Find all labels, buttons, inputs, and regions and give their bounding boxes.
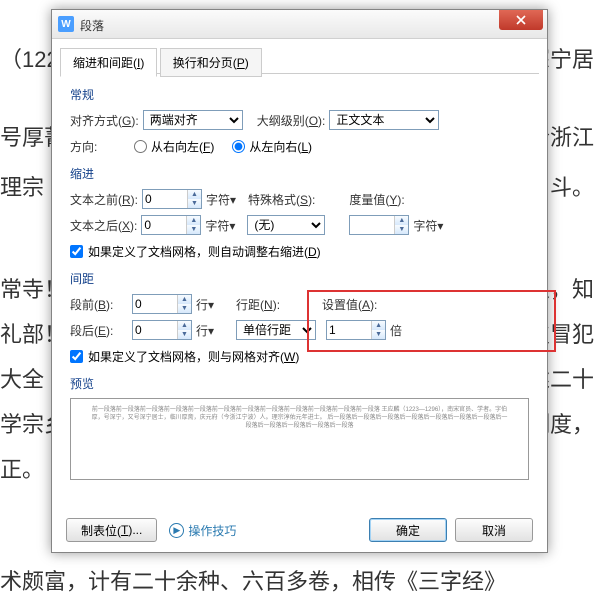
spin-down-icon[interactable]: ▼: [187, 225, 200, 234]
spin-down-icon[interactable]: ▼: [178, 330, 191, 339]
set-value-spinner[interactable]: ▲▼: [326, 320, 386, 340]
set-value-label: 设置值(A):: [322, 296, 377, 313]
ok-button[interactable]: 确定: [369, 518, 447, 542]
titlebar: W 段落: [52, 10, 547, 39]
spin-down-icon[interactable]: ▼: [395, 225, 408, 234]
special-combo[interactable]: (无): [247, 215, 325, 235]
spin-up-icon[interactable]: ▲: [178, 321, 191, 330]
line-spacing-combo[interactable]: 单倍行距: [236, 320, 316, 340]
tips-link[interactable]: ▶操作技巧: [169, 522, 236, 539]
group-general: 常规: [70, 86, 529, 103]
bg-text: 正。: [0, 450, 44, 490]
align-label: 对齐方式(G):: [70, 112, 139, 129]
close-icon: [516, 15, 526, 25]
tab-indent-spacing[interactable]: 缩进和间距(I): [60, 48, 157, 77]
bg-text: 术颇富，计有二十余种、六百多卷，相传《三字经》: [0, 562, 506, 602]
group-preview: 预览: [70, 375, 529, 392]
spin-up-icon[interactable]: ▲: [372, 321, 385, 330]
tab-bar: 缩进和间距(I) 换行和分页(P): [60, 47, 539, 74]
spin-up-icon[interactable]: ▲: [188, 190, 201, 199]
outline-label: 大纲级别(O):: [257, 112, 326, 129]
unit-char-dropdown[interactable]: 字符▾: [206, 191, 236, 208]
play-icon: ▶: [169, 523, 184, 538]
unit-bei: 倍: [390, 322, 402, 339]
spin-up-icon[interactable]: ▲: [395, 216, 408, 225]
direction-label: 方向:: [70, 138, 130, 155]
group-indent: 缩进: [70, 165, 529, 182]
cancel-button[interactable]: 取消: [455, 518, 533, 542]
bg-text: 理宗: [0, 168, 44, 208]
paragraph-dialog: W 段落 缩进和间距(I) 换行和分页(P) 常规 对齐方式(G): 两端对齐 …: [51, 9, 548, 553]
align-combo[interactable]: 两端对齐: [143, 110, 243, 130]
unit-line-dropdown[interactable]: 行▾: [196, 296, 214, 313]
special-label: 特殊格式(S):: [248, 191, 315, 208]
spin-up-icon[interactable]: ▲: [178, 295, 191, 304]
bg-text: 斗。: [550, 168, 594, 208]
measure-spinner[interactable]: ▲▼: [349, 215, 409, 235]
preview-box: 前一段落前一段落前一段落前一段落前一段落前一段落前一段落前一段落前一段落前一段落…: [70, 398, 529, 480]
dialog-title: 段落: [80, 17, 104, 34]
line-spacing-label: 行距(N):: [236, 296, 280, 313]
tabstops-button[interactable]: 制表位(T)...: [66, 518, 157, 542]
spin-down-icon[interactable]: ▼: [178, 304, 191, 313]
unit-line-dropdown[interactable]: 行▾: [196, 322, 214, 339]
group-spacing: 间距: [70, 270, 529, 287]
space-before-label: 段前(B):: [70, 296, 128, 313]
radio-rtl[interactable]: 从右向左(F): [134, 138, 214, 155]
auto-adjust-indent-checkbox[interactable]: 如果定义了文档网格，则自动调整右缩进(D): [70, 243, 321, 260]
before-text-spinner[interactable]: ▲▼: [142, 189, 202, 209]
space-after-label: 段后(E):: [70, 322, 128, 339]
radio-ltr[interactable]: 从左向右(L): [232, 138, 312, 155]
unit-char-dropdown[interactable]: 字符▾: [413, 217, 443, 234]
close-button[interactable]: [499, 10, 543, 30]
spin-up-icon[interactable]: ▲: [187, 216, 200, 225]
measure-label: 度量值(Y):: [349, 191, 404, 208]
tab-line-page-breaks[interactable]: 换行和分页(P): [160, 48, 262, 77]
spin-down-icon[interactable]: ▼: [188, 199, 201, 208]
snap-to-grid-checkbox[interactable]: 如果定义了文档网格，则与网格对齐(W): [70, 348, 299, 365]
space-after-spinner[interactable]: ▲▼: [132, 320, 192, 340]
app-icon: W: [58, 16, 74, 32]
after-text-label: 文本之后(X):: [70, 217, 137, 234]
outline-combo[interactable]: 正文文本: [329, 110, 439, 130]
bg-text: 大全: [0, 360, 44, 400]
spin-down-icon[interactable]: ▼: [372, 330, 385, 339]
unit-char-dropdown[interactable]: 字符▾: [205, 217, 235, 234]
space-before-spinner[interactable]: ▲▼: [132, 294, 192, 314]
after-text-spinner[interactable]: ▲▼: [141, 215, 201, 235]
before-text-label: 文本之前(R):: [70, 191, 138, 208]
